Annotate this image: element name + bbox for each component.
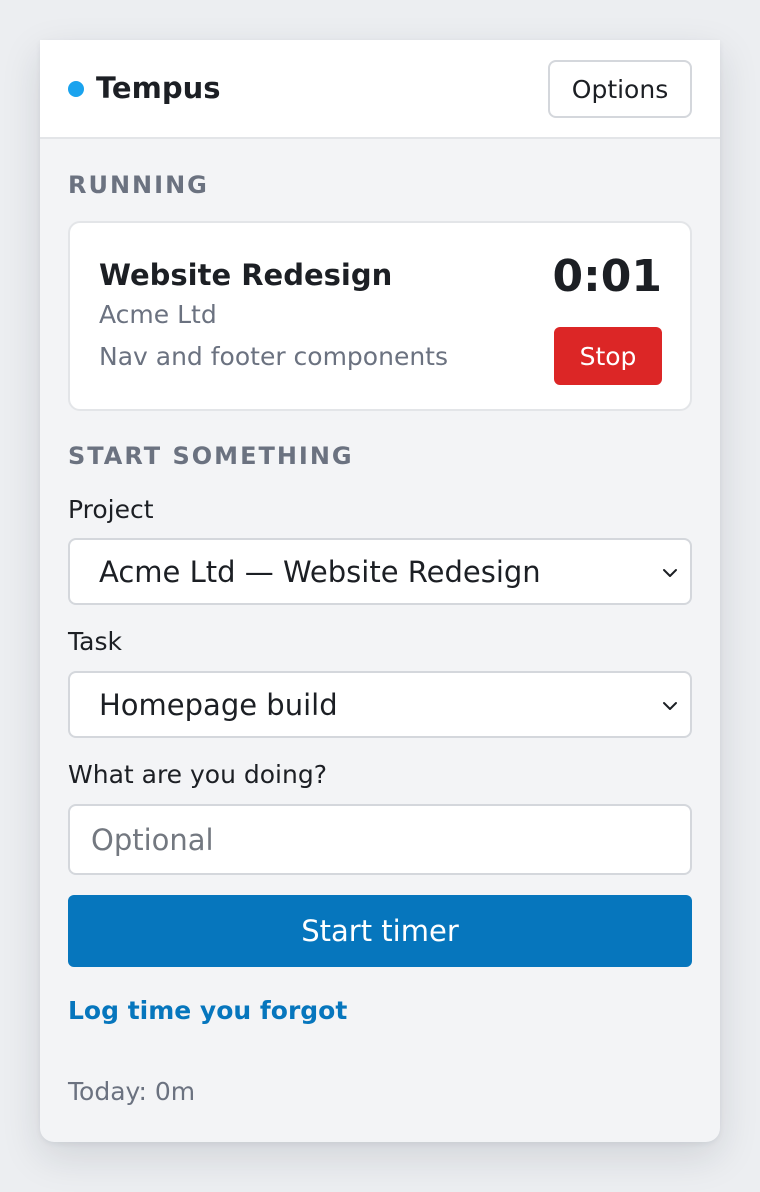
- task-label: Task: [68, 627, 122, 656]
- task-select-value: Homepage build: [99, 688, 338, 722]
- today-total: Today: 0m: [68, 1077, 196, 1106]
- doing-label: What are you doing?: [68, 760, 327, 789]
- app-name: Tempus: [96, 71, 221, 105]
- chevron-down-icon: [663, 569, 677, 577]
- project-select[interactable]: Acme Ltd — Website Redesign: [68, 538, 692, 605]
- project-label: Project: [68, 495, 154, 524]
- running-note: Nav and footer components: [99, 342, 448, 371]
- header: Tempus Options: [40, 40, 720, 139]
- elapsed-time: 0:01: [552, 251, 662, 302]
- log-forgotten-time-link[interactable]: Log time you forgot: [68, 995, 347, 1027]
- running-section-title: RUNNING: [68, 171, 209, 199]
- running-client-name: Acme Ltd: [99, 300, 217, 329]
- running-timer-card: Website Redesign Acme Ltd Nav and footer…: [68, 221, 692, 411]
- chevron-down-icon: [663, 702, 677, 710]
- start-section-title: START SOMETHING: [68, 442, 354, 470]
- project-select-value: Acme Ltd — Website Redesign: [99, 555, 541, 589]
- start-timer-button[interactable]: Start timer: [68, 895, 692, 967]
- stop-button[interactable]: Stop: [554, 327, 662, 385]
- running-project-name: Website Redesign: [99, 258, 393, 292]
- brand-dot-icon: [68, 81, 84, 97]
- task-select[interactable]: Homepage build: [68, 671, 692, 738]
- options-button[interactable]: Options: [548, 60, 692, 118]
- doing-input[interactable]: [68, 804, 692, 875]
- popup-panel: Tempus Options RUNNING Website Redesign …: [40, 40, 720, 1142]
